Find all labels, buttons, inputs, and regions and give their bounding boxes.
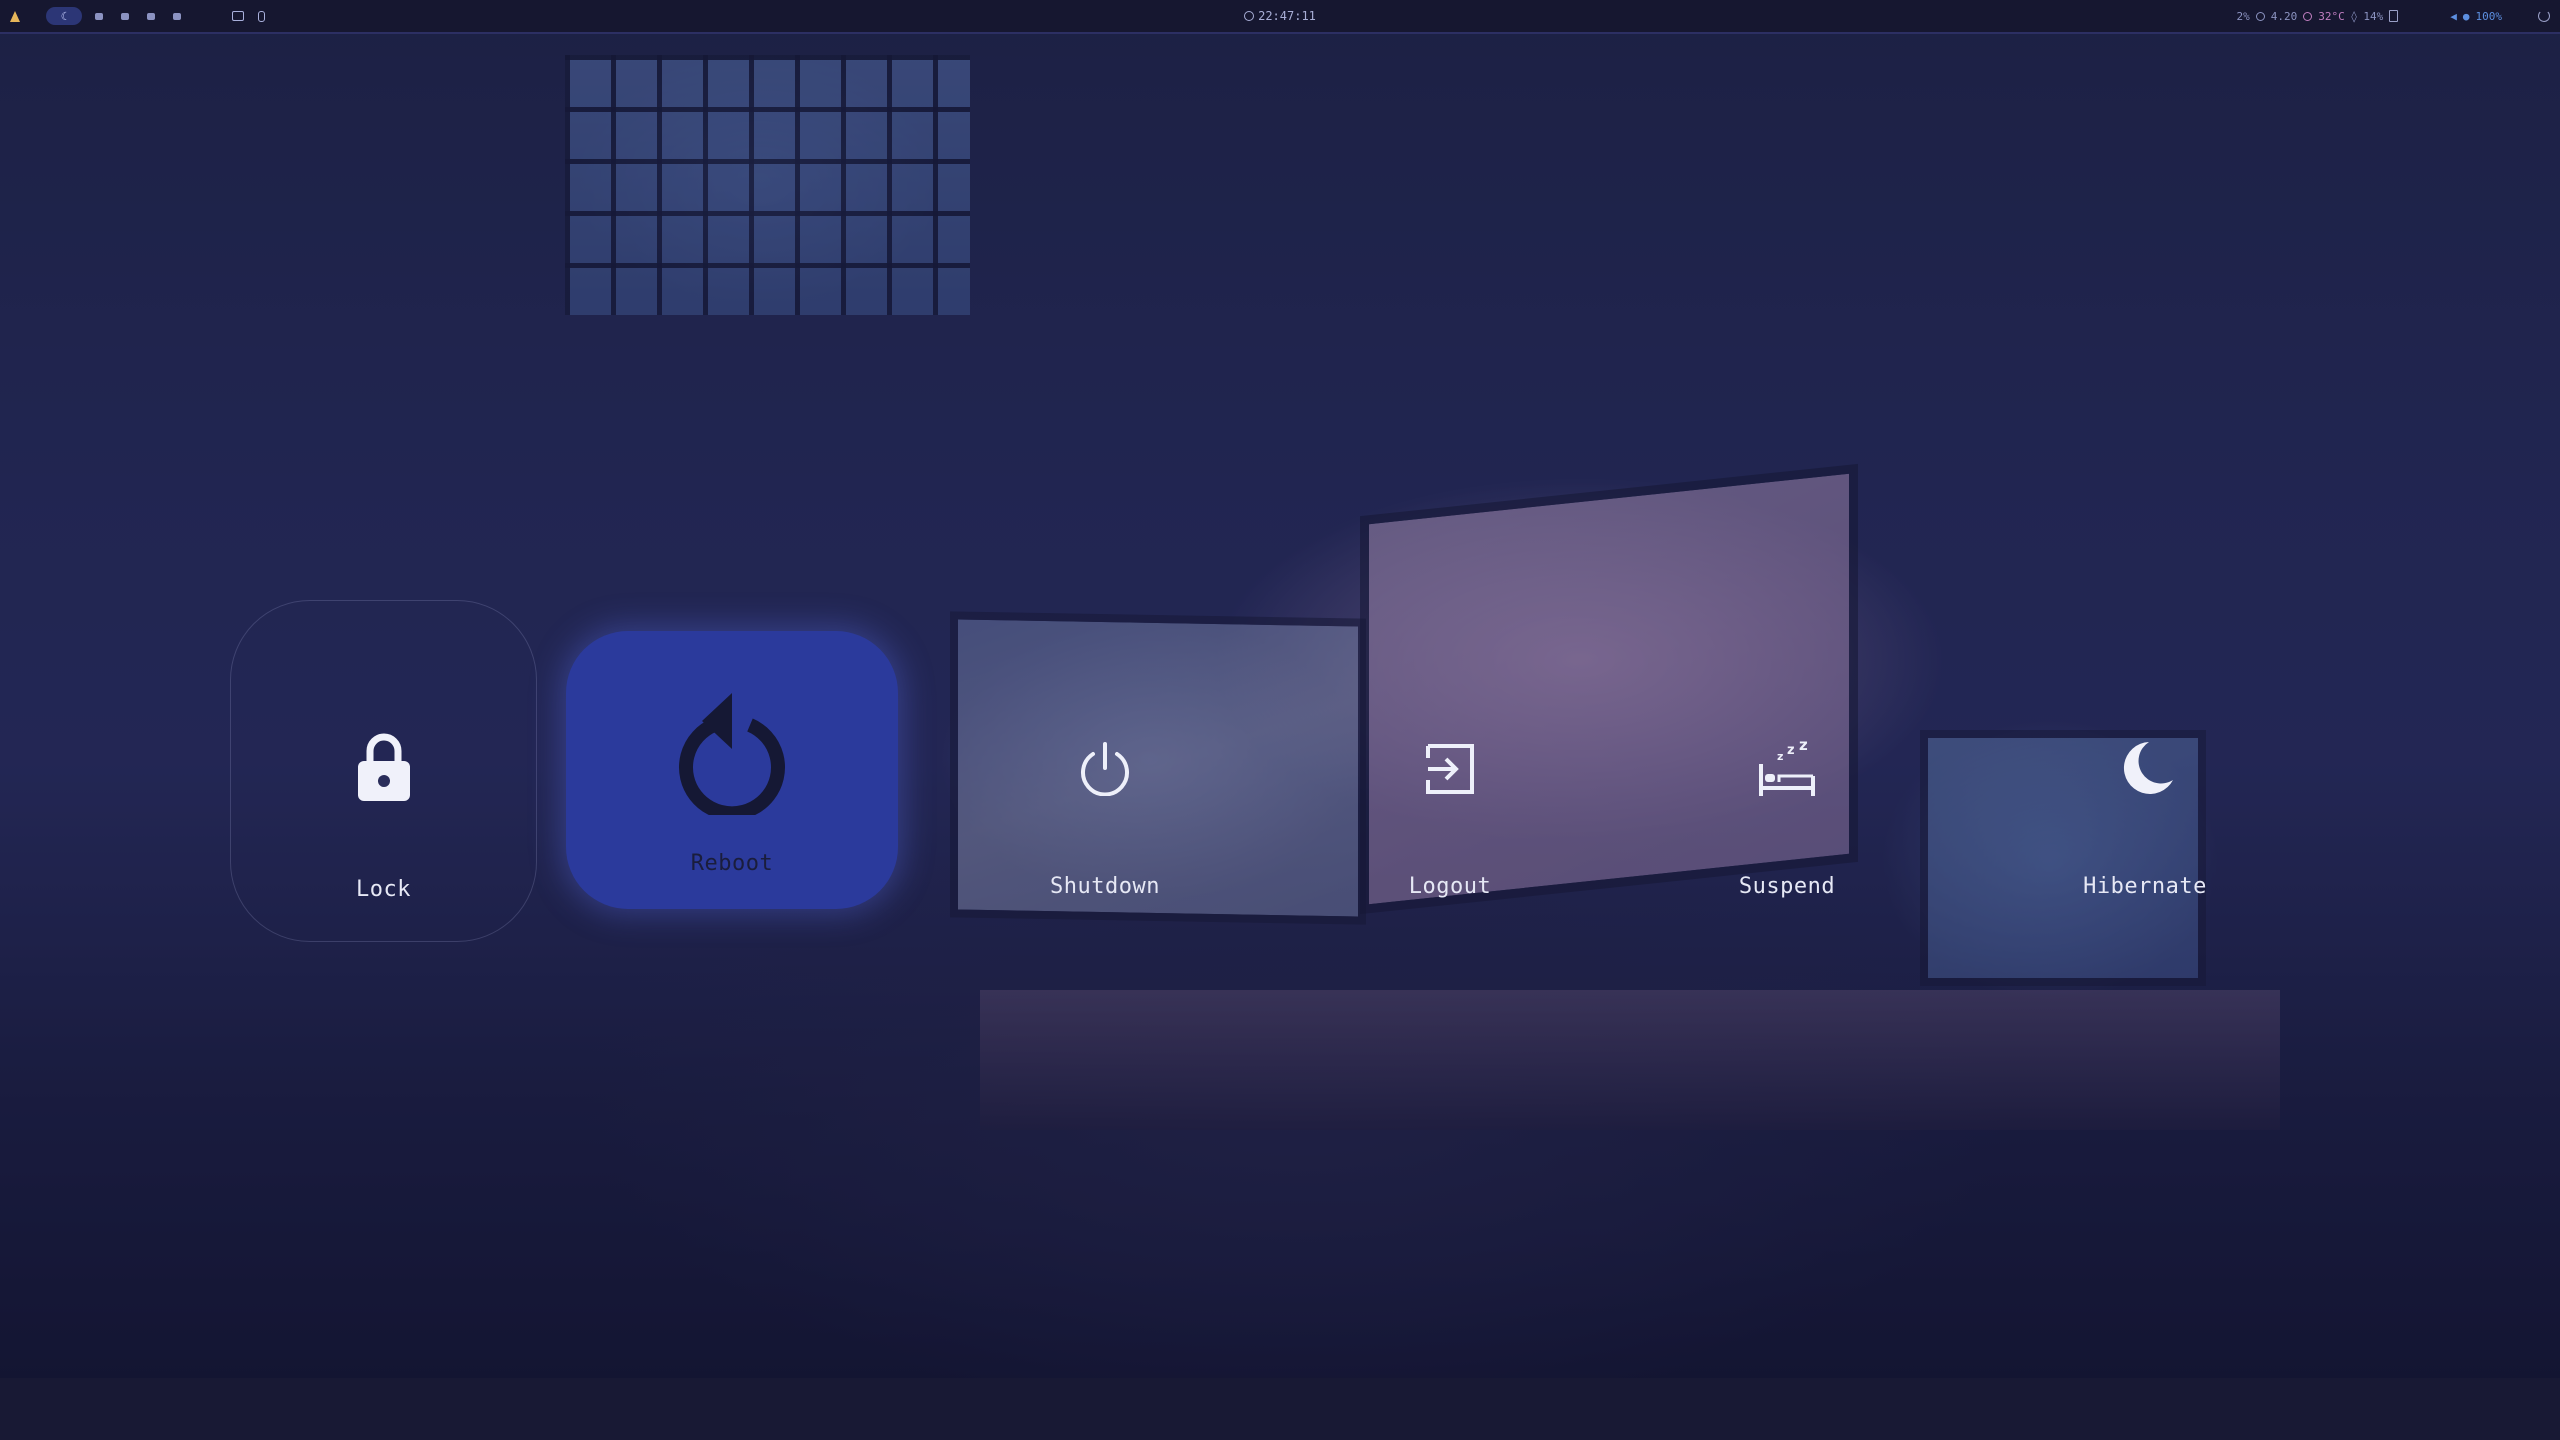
workspace-dot-icon (147, 12, 155, 20)
hibernate-button[interactable]: Hibernate (2045, 700, 2245, 920)
screen: ☾ 22:47:11 2% 4.20 32°C ◊ 14% ◀ ● 100% L… (0, 0, 2560, 1440)
tray-pill-icon[interactable] (258, 10, 265, 22)
logout-button[interactable]: Logout (1350, 700, 1550, 920)
bed-sleep-icon: z z z (1759, 740, 1815, 796)
volume-level[interactable]: 100% (2476, 10, 2503, 23)
disk-icon (2389, 10, 2399, 22)
svg-text:z: z (1799, 740, 1808, 754)
shutdown-label: Shutdown (1050, 874, 1160, 899)
load-average[interactable]: 4.20 (2271, 10, 2298, 23)
workspace-5[interactable] (168, 7, 186, 25)
svg-text:z: z (1777, 750, 1784, 763)
top-bar: ☾ 22:47:11 2% 4.20 32°C ◊ 14% ◀ ● 100% (0, 0, 2560, 34)
volume-icon: ◀ (2450, 9, 2457, 23)
temperature-icon (2303, 11, 2313, 21)
workspace-3[interactable] (116, 7, 134, 25)
workspace-active[interactable]: ☾ (46, 7, 82, 25)
reboot-icon (679, 693, 785, 815)
reboot-button[interactable]: Reboot (566, 631, 898, 909)
hibernate-label: Hibernate (2083, 874, 2207, 899)
workspace-dot-icon (95, 12, 103, 20)
cpu-usage[interactable]: 2% (2237, 10, 2250, 23)
load-icon (2255, 11, 2265, 21)
window-icon[interactable] (232, 11, 244, 21)
suspend-button[interactable]: z z z Suspend (1687, 700, 1887, 920)
workspace-4[interactable] (142, 7, 160, 25)
top-bar-right: 2% 4.20 32°C ◊ 14% ◀ ● 100% (2237, 0, 2550, 32)
shutdown-button[interactable]: Shutdown (1005, 700, 1205, 920)
clock-icon (1244, 11, 1255, 21)
power-menu-icon[interactable] (2538, 10, 2550, 22)
logout-icon (1426, 744, 1474, 794)
power-icon (1081, 742, 1129, 796)
memory-icon: ◊ (2350, 9, 2358, 23)
lock-label: Lock (356, 877, 411, 902)
distro-logo-icon[interactable] (10, 10, 20, 22)
bottom-strip (0, 1378, 2560, 1440)
memory-usage[interactable]: 14% (2363, 10, 2383, 23)
clock[interactable]: 22:47:11 (1240, 0, 1320, 32)
reboot-label: Reboot (690, 851, 774, 876)
suspend-label: Suspend (1738, 874, 1836, 899)
workspace-dot-icon (121, 12, 129, 20)
lock-button[interactable]: Lock (230, 600, 537, 942)
clock-time: 22:47:11 (1258, 9, 1316, 23)
workspace-active-label: ☾ (60, 9, 68, 23)
workspace-dot-icon (173, 12, 181, 20)
lock-icon (357, 733, 410, 801)
microphone-icon: ● (2462, 9, 2470, 23)
moon-icon (2123, 742, 2173, 794)
top-bar-left: ☾ (10, 0, 265, 32)
logout-label: Logout (1408, 874, 1492, 899)
workspace-2[interactable] (90, 7, 108, 25)
svg-text:z: z (1787, 743, 1795, 758)
temperature[interactable]: 32°C (2318, 10, 2345, 23)
